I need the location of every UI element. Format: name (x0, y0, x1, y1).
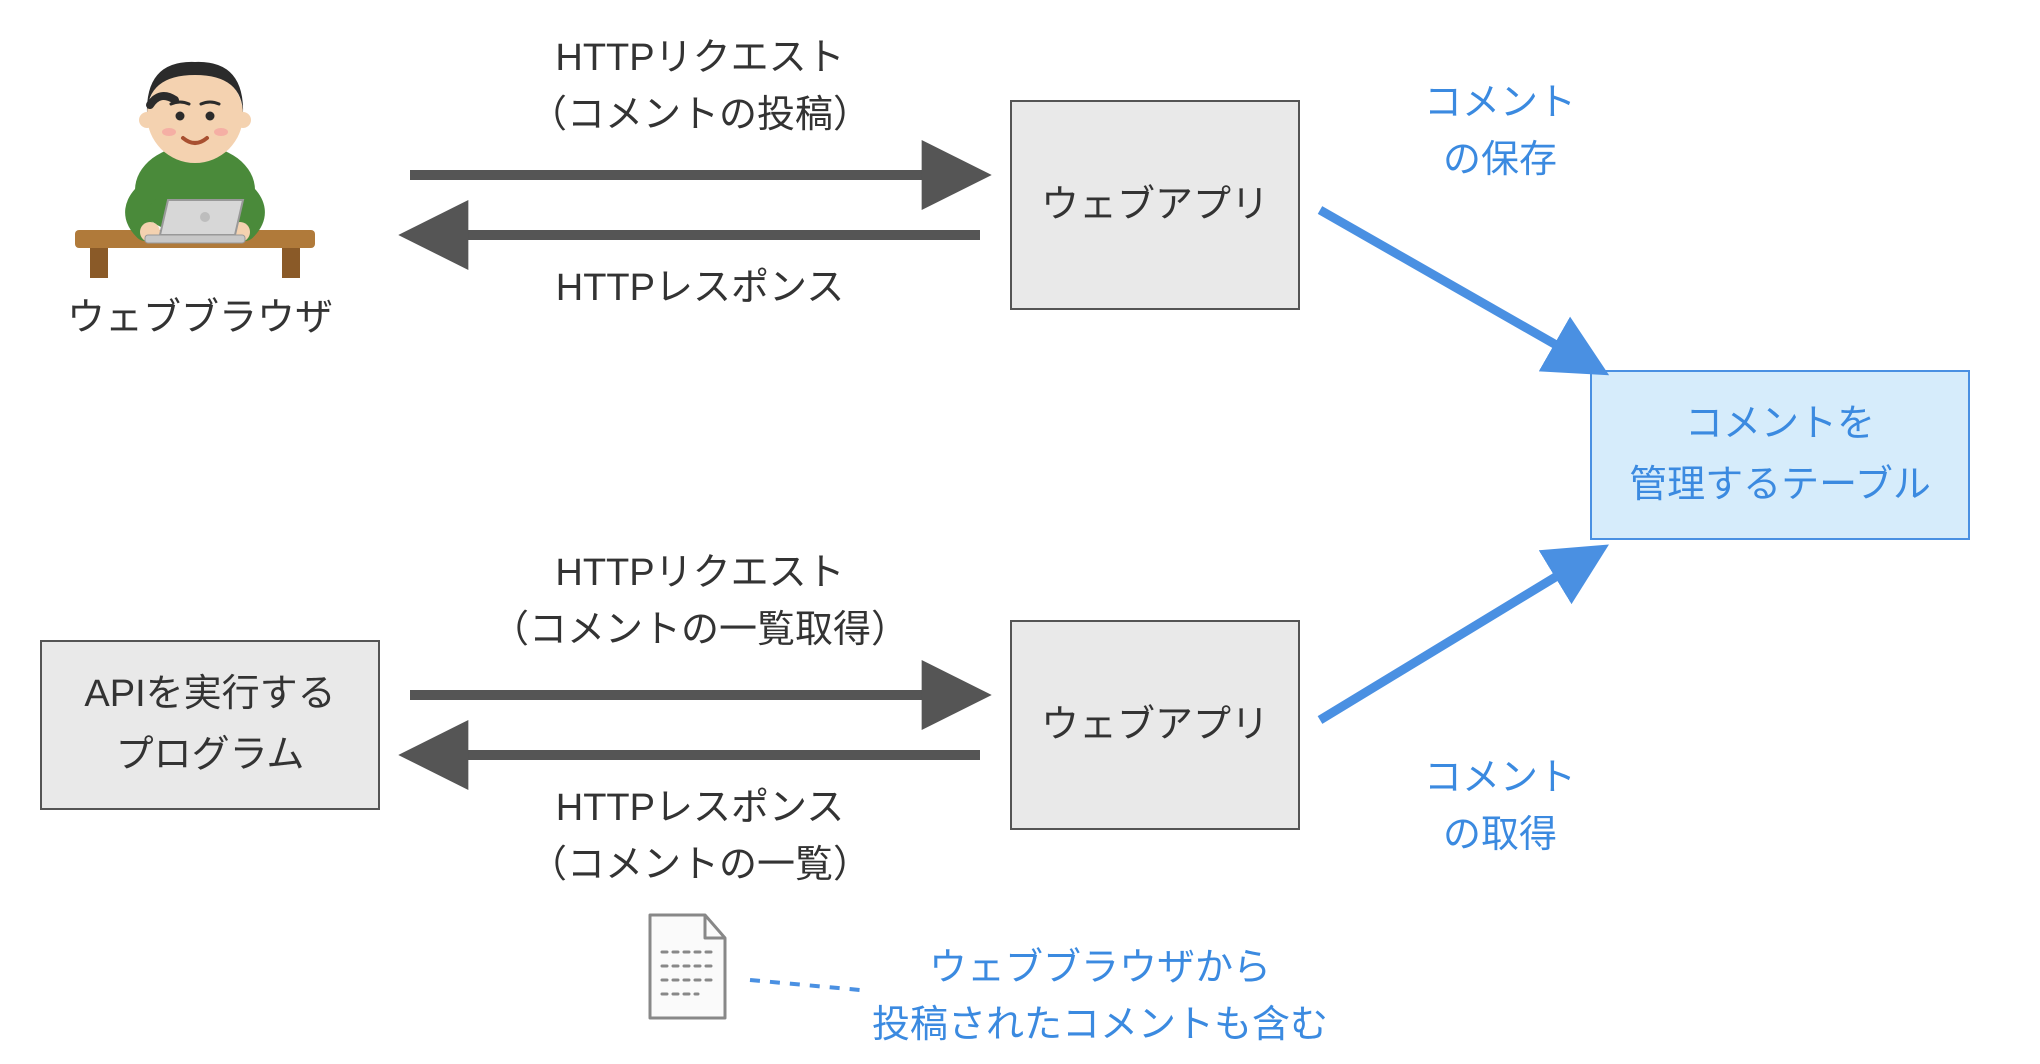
bottom-response-line2: （コメントの一覧） (529, 844, 871, 886)
browser-label: ウェブブラウザ (50, 290, 350, 347)
top-response-text: HTTPレスポンス (556, 267, 844, 309)
webapp-bottom-label: ウェブアプリ (1041, 695, 1269, 756)
webapp-top-box: ウェブアプリ (1010, 100, 1300, 310)
note-line2: 投稿されたコメントも含む (872, 1004, 1328, 1046)
bottom-response-line1: HTTPレスポンス (556, 787, 844, 829)
db-fetch-line1: コメント (1424, 757, 1576, 799)
bottom-response-label: HTTPレスポンス （コメントの一覧） (420, 780, 980, 894)
note-line1: ウェブブラウザから (929, 947, 1271, 989)
db-save-line1: コメント (1424, 82, 1576, 124)
db-save-label: コメント の保存 (1400, 75, 1600, 189)
top-request-line2: （コメントの投稿） (529, 94, 871, 136)
api-client-line2: プログラム (116, 734, 305, 776)
arrow-db-fetch (1320, 550, 1600, 720)
browser-label-text: ウェブブラウザ (67, 297, 333, 339)
db-line1: コメントを (1685, 403, 1875, 445)
note-label: ウェブブラウザから 投稿されたコメントも含む (850, 940, 1350, 1054)
api-client-box: APIを実行する プログラム (40, 640, 380, 810)
browser-user-illustration (65, 20, 325, 280)
top-response-label: HTTPレスポンス (420, 260, 980, 317)
top-request-line1: HTTPリクエスト (555, 37, 844, 79)
db-fetch-label: コメント の取得 (1400, 750, 1600, 864)
bottom-request-label: HTTPリクエスト （コメントの一覧取得） (420, 545, 980, 659)
arrow-db-save (1320, 210, 1600, 370)
bottom-request-line2: （コメントの一覧取得） (491, 609, 909, 651)
webapp-bottom-box: ウェブアプリ (1010, 620, 1300, 830)
db-line2: 管理するテーブル (1629, 464, 1931, 506)
db-fetch-line2: の取得 (1443, 814, 1557, 856)
db-box: コメントを 管理するテーブル (1590, 370, 1970, 540)
bottom-request-line1: HTTPリクエスト (555, 552, 844, 594)
api-client-line1: APIを実行する (84, 673, 335, 715)
top-request-label: HTTPリクエスト （コメントの投稿） (420, 30, 980, 144)
document-icon (640, 910, 735, 1025)
note-connector (750, 980, 860, 990)
webapp-top-label: ウェブアプリ (1041, 175, 1269, 236)
db-save-line2: の保存 (1443, 139, 1557, 181)
